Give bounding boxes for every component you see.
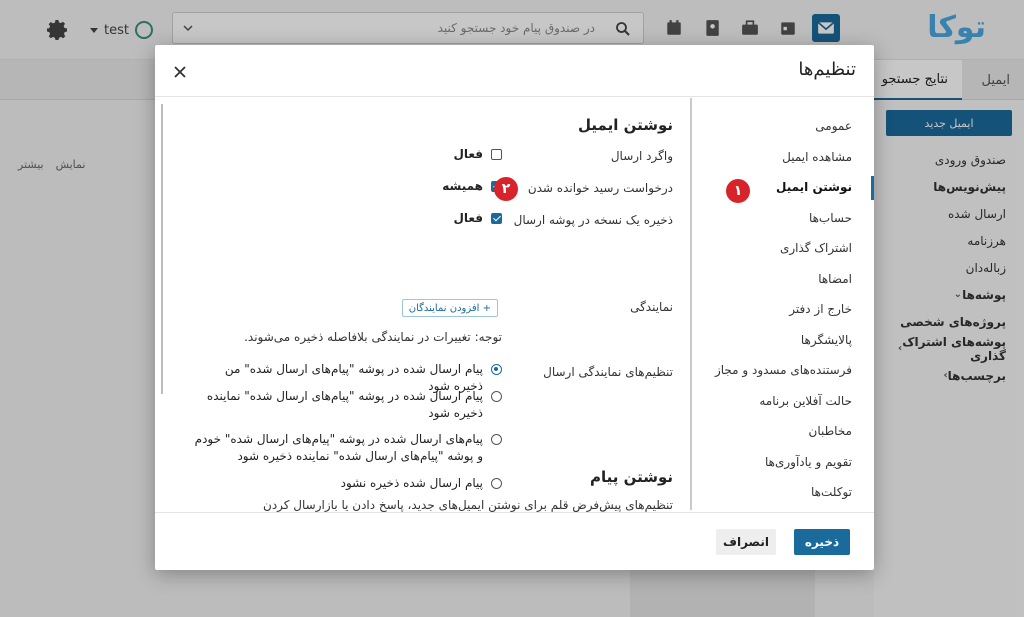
nav-tokens[interactable]: توکلت‌ها xyxy=(692,477,874,508)
read-receipt-value: همیشه xyxy=(442,179,483,193)
undo-send-checkbox[interactable]: فعال xyxy=(453,147,502,161)
dialog-header: تنظیم‌ها xyxy=(155,45,874,97)
delegate-note: توجه: تغییرات در نمایندگی بلافاصله ذخیره… xyxy=(244,330,502,344)
nav-signatures[interactable]: امضاها xyxy=(692,264,874,295)
settings-nav: عمومی مشاهده ایمیل نوشتن ایمیل حساب‌ها ا… xyxy=(690,98,874,510)
message-section-title: نوشتن پیام xyxy=(589,468,673,486)
undo-send-value: فعال xyxy=(453,147,483,161)
close-icon[interactable] xyxy=(173,65,187,79)
nav-blocked-allowed-senders[interactable]: فرستنده‌های مسدود و مجاز xyxy=(692,355,874,386)
radio-button[interactable] xyxy=(491,478,502,489)
nav-out-of-office[interactable]: خارج از دفتر xyxy=(692,294,874,325)
save-button[interactable]: ذخیره xyxy=(794,529,850,555)
radio-label: پیام ارسال شده ذخیره نشود xyxy=(340,476,483,490)
read-receipt-checkbox[interactable]: همیشه xyxy=(442,179,502,193)
nav-sharing[interactable]: اشتراک گذاری xyxy=(692,233,874,264)
nav-contacts[interactable]: مخاطبان xyxy=(692,416,874,447)
step-badge-1: ۱ xyxy=(726,179,750,203)
cancel-button[interactable]: انصراف xyxy=(716,529,776,555)
dialog-title: تنظیم‌ها xyxy=(798,59,856,80)
radio-button[interactable] xyxy=(491,364,502,375)
nav-calendar-reminders[interactable]: تقویم و یادآوری‌ها xyxy=(692,447,874,478)
nav-accounts[interactable]: حساب‌ها xyxy=(692,203,874,234)
radio-button[interactable] xyxy=(491,434,502,445)
delegate-label: نمایندگی xyxy=(630,300,673,314)
scrollbar[interactable] xyxy=(161,104,163,394)
add-delegate-button[interactable]: + افزودن نمایندگان xyxy=(401,299,498,317)
radio-button[interactable] xyxy=(491,391,502,402)
checkbox-box[interactable] xyxy=(491,148,502,160)
save-copy-label: ذخیره یک نسخه در پوشه ارسال xyxy=(513,213,673,227)
radio-label: پیام ارسال شده در پوشه "پیام‌های ارسال ش… xyxy=(206,389,483,420)
nav-filters[interactable]: پالایشگرها xyxy=(692,325,874,356)
checkbox-box[interactable] xyxy=(491,212,502,224)
message-description: تنظیم‌های پیش‌فرض قلم برای نوشتن ایمیل‌ه… xyxy=(263,498,673,512)
radio-save-delegate[interactable]: پیام ارسال شده در پوشه "پیام‌های ارسال ش… xyxy=(192,388,502,422)
dialog-footer: ذخیره انصراف xyxy=(155,512,874,570)
radio-label: پیام‌های ارسال شده در پوشه "پیام‌های ارس… xyxy=(194,432,483,463)
nav-view-email[interactable]: مشاهده ایمیل xyxy=(692,142,874,173)
save-copy-checkbox[interactable]: فعال xyxy=(453,211,502,225)
step-badge-2: ۲ xyxy=(494,177,518,201)
nav-compose-email[interactable]: نوشتن ایمیل xyxy=(692,172,874,203)
nav-offline-mode[interactable]: حالت آفلاین برنامه xyxy=(692,386,874,417)
radio-save-both[interactable]: پیام‌های ارسال شده در پوشه "پیام‌های ارس… xyxy=(192,431,502,465)
save-copy-value: فعال xyxy=(453,211,483,225)
delegate-send-label: تنظیم‌های نمایندگی ارسال xyxy=(543,365,673,379)
settings-dialog: تنظیم‌ها عمومی مشاهده ایمیل نوشتن ایمیل … xyxy=(155,45,874,570)
undo-send-label: واگرد ارسال xyxy=(610,149,673,163)
compose-section-title: نوشتن ایمیل xyxy=(578,116,673,134)
read-receipt-label: درخواست رسید خوانده شدن xyxy=(527,181,673,195)
settings-content: نوشتن ایمیل واگرد ارسال فعال درخواست رسی… xyxy=(158,98,688,510)
nav-general[interactable]: عمومی xyxy=(692,111,874,142)
radio-no-save[interactable]: پیام ارسال شده ذخیره نشود xyxy=(192,475,502,492)
